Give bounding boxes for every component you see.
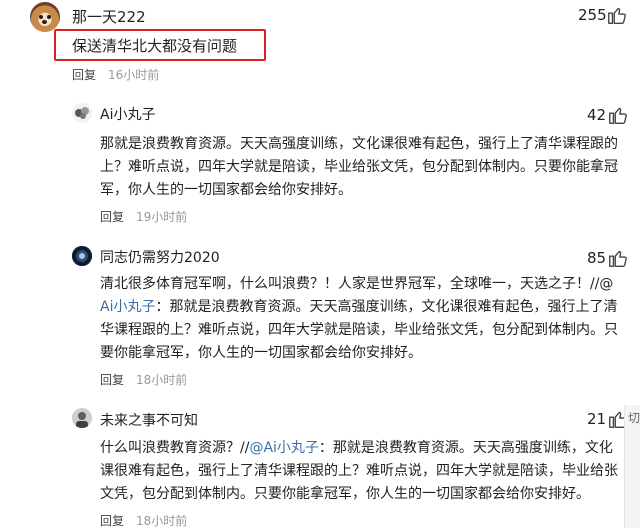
timestamp: 18小时前 [136, 514, 188, 528]
reply-button[interactable]: 回复 [100, 373, 124, 387]
comment-line-text: 清北很多体育冠军啊，什么叫浪费？！人家是世界冠军，全球唯一，天选之子！//@ [100, 276, 614, 292]
comment-text: 那就是浪费教育资源。天天高强度训练，文化课很难有起色，强行上了清华课程跟的 上？… [100, 133, 625, 202]
username[interactable]: Ai小丸子 [100, 104, 155, 124]
avatar[interactable] [72, 408, 92, 428]
thumbs-up-icon[interactable] [607, 104, 629, 126]
avatar-nose [42, 20, 47, 24]
comment-line-text: ：那就是浪费教育资源。天天高强度训练，文化课很难有起色，强行上了清 [155, 299, 618, 315]
thumbs-up-icon[interactable] [607, 247, 629, 269]
avatar[interactable] [72, 246, 92, 266]
comment-line: 课很难有起色，强行上了清华课程跟的上？难听点说，四年大学就是陪读，毕业给张 [100, 463, 618, 479]
comment-line: 要你能拿冠军，你人生的一切国家都会给你安排好。 [100, 345, 422, 361]
comment-line: Ai小丸子：那就是浪费教育资源。天天高强度训练，文化课很难有起色，强行上了清 [100, 296, 625, 319]
comment-meta: 回复 19小时前 [100, 208, 187, 225]
comment-line: 军，你人生的一切国家都会给你安排好。 [100, 182, 352, 198]
comment-line: 那就是浪费教育资源。天天高强度训练，文化课很难有起色，强行上了清华课程跟的 [100, 136, 618, 152]
side-panel-text: 切 [628, 411, 640, 425]
avatar-image [72, 408, 92, 428]
username[interactable]: 同志仍需努力2020 [100, 247, 220, 267]
thumbs-up-icon[interactable] [606, 4, 628, 26]
like-count: 85 [587, 249, 607, 267]
comment-meta: 回复 18小时前 [100, 512, 187, 529]
comment-line: 文凭，包分配到体制内。只要你能拿冠军，你人生的一切国家都会给你安排好。 [100, 486, 590, 502]
comment-meta: 回复 16小时前 [72, 66, 159, 83]
reply-button[interactable]: 回复 [100, 514, 124, 528]
mention-link[interactable]: Ai小丸子 [100, 299, 155, 315]
username[interactable]: 那一天222 [72, 6, 146, 27]
like-count: 42 [587, 106, 607, 124]
comment-line: 什么叫浪费教育资源？//@Ai小丸子：那就是浪费教育资源。天天高强度训练，文化 [100, 437, 625, 460]
timestamp: 19小时前 [136, 210, 188, 224]
comment-line: 上？难听点说，四年大学就是陪读，毕业给张文凭，包分配到体制内。只要你能拿冠 [100, 159, 618, 175]
avatar-image [72, 246, 92, 266]
comment-text: 清北很多体育冠军啊，什么叫浪费？！人家是世界冠军，全球唯一，天选之子！//@ A… [100, 273, 625, 365]
comment-text: 保送清华北大都没有问题 [72, 37, 238, 55]
avatar-eye [39, 15, 43, 19]
avatar[interactable] [72, 103, 92, 123]
avatar-image [72, 103, 92, 123]
comment-line-text: ：那就是浪费教育资源。天天高强度训练，文化 [318, 440, 613, 456]
mention-link[interactable]: @Ai小丸子 [249, 440, 318, 456]
comment-line-text: 什么叫浪费教育资源？// [100, 440, 250, 456]
timestamp: 18小时前 [136, 373, 188, 387]
side-panel[interactable]: 切 [624, 405, 640, 528]
like-count: 21 [587, 410, 607, 428]
avatar[interactable] [30, 2, 60, 32]
avatar-eye [47, 15, 51, 19]
comment-meta: 回复 18小时前 [100, 371, 187, 388]
like-count: 255 [578, 6, 607, 24]
reply-button[interactable]: 回复 [72, 68, 96, 82]
comment-text: 什么叫浪费教育资源？//@Ai小丸子：那就是浪费教育资源。天天高强度训练，文化 … [100, 437, 625, 506]
comment-line: 清北很多体育冠军啊，什么叫浪费？！人家是世界冠军，全球唯一，天选之子！//@ [100, 273, 625, 296]
username[interactable]: 未来之事不可知 [100, 410, 198, 430]
timestamp: 16小时前 [108, 68, 160, 82]
comment-line: 华课程跟的上？难听点说，四年大学就是陪读，毕业给张文凭，包分配到体制内。只 [100, 322, 618, 338]
reply-button[interactable]: 回复 [100, 210, 124, 224]
